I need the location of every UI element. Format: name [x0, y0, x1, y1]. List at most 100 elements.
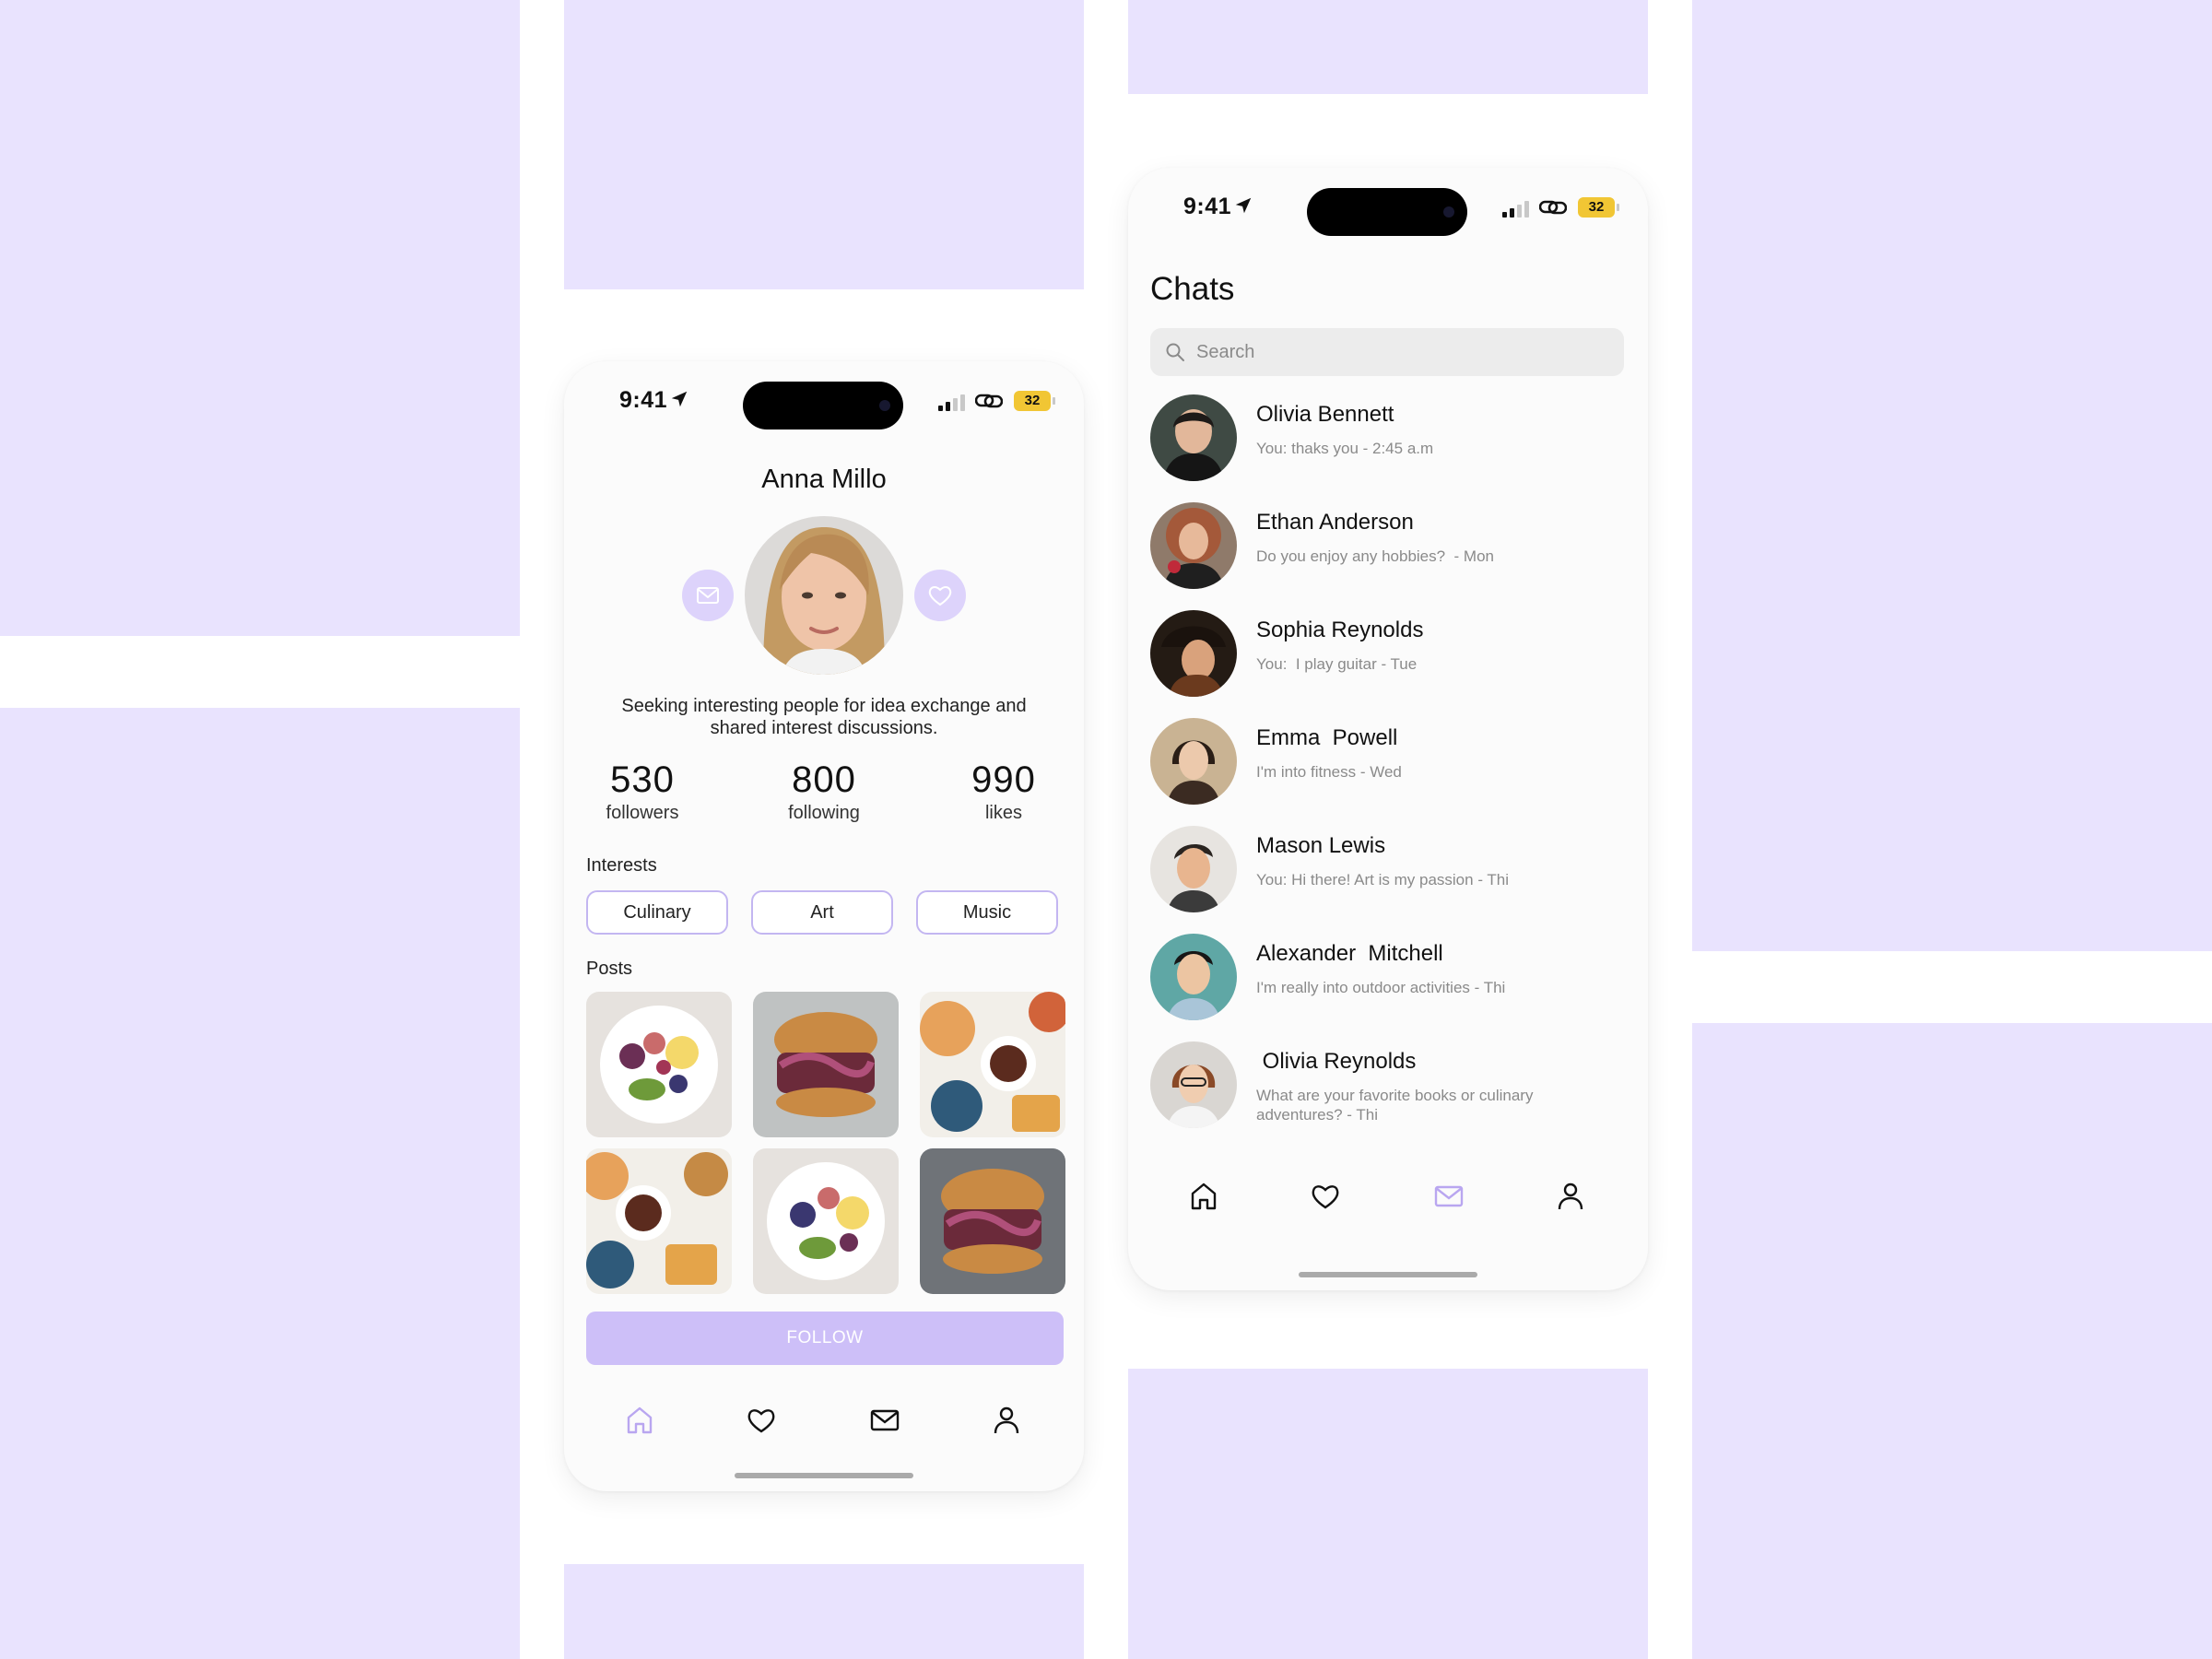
avatar	[1150, 394, 1237, 481]
chat-list-item[interactable]: Ethan Anderson Do you enjoy any hobbies?…	[1150, 502, 1630, 591]
heart-icon	[928, 586, 952, 606]
avatar	[1150, 934, 1237, 1020]
search-bar[interactable]	[1150, 328, 1624, 376]
search-input[interactable]	[1196, 328, 1602, 376]
chat-contact-name: Alexander Mitchell	[1256, 941, 1443, 966]
background-panel	[1128, 1369, 1648, 1659]
stat-followers[interactable]: 530 followers	[564, 759, 721, 824]
tab-profile[interactable]	[1543, 1169, 1598, 1224]
tab-home[interactable]	[612, 1393, 667, 1448]
background-panel	[1128, 0, 1648, 94]
location-arrow-icon	[671, 391, 688, 407]
background-panel	[0, 708, 520, 1659]
interest-chip-music[interactable]: Music	[916, 890, 1058, 935]
tab-bar	[564, 1393, 1084, 1448]
chats-screen: 9:41 32 Chats Olivia Bennett You: thaks …	[1128, 168, 1648, 1290]
tab-favorites[interactable]	[734, 1393, 789, 1448]
tab-bar	[1128, 1169, 1648, 1224]
tab-profile[interactable]	[979, 1393, 1034, 1448]
stat-value: 990	[971, 759, 1036, 800]
background-panel	[1692, 0, 2212, 951]
status-bar: 9:41 32	[1128, 168, 1648, 251]
post-thumbnail[interactable]	[586, 992, 732, 1137]
cellular-signal-icon	[938, 394, 965, 411]
avatar	[1150, 826, 1237, 912]
chat-last-message: I'm really into outdoor activities - Thi	[1256, 979, 1506, 996]
message-button[interactable]	[682, 570, 734, 621]
avatar	[1150, 610, 1237, 697]
chat-last-message: You: I play guitar - Tue	[1256, 655, 1418, 673]
chat-list-item[interactable]: Olivia Reynolds What are your favorite b…	[1150, 1041, 1630, 1130]
status-time: 9:41	[619, 387, 668, 413]
tab-messages[interactable]	[1421, 1169, 1477, 1224]
post-thumbnail[interactable]	[753, 992, 899, 1137]
stat-label: followers	[606, 803, 679, 823]
background-panel	[564, 0, 1084, 289]
link-icon	[975, 394, 1003, 408]
chat-last-message: I'm into fitness - Wed	[1256, 763, 1402, 781]
status-bar: 9:41 32	[564, 361, 1084, 444]
posts-heading: Posts	[586, 959, 633, 979]
chat-contact-name: Emma Powell	[1256, 725, 1398, 750]
profile-screen: 9:41 32 Anna Millo Seeking interesting p…	[564, 361, 1084, 1491]
user-icon	[994, 1406, 1019, 1434]
avatar	[1150, 502, 1237, 589]
chat-list-item[interactable]: Olivia Bennett You: thaks you - 2:45 a.m	[1150, 394, 1630, 483]
profile-avatar	[745, 516, 903, 675]
interest-chip-culinary[interactable]: Culinary	[586, 890, 728, 935]
chat-last-message: You: thaks you - 2:45 a.m	[1256, 440, 1434, 457]
cellular-signal-icon	[1502, 201, 1529, 218]
chat-contact-name: Mason Lewis	[1256, 833, 1386, 858]
home-indicator[interactable]	[735, 1473, 913, 1478]
page-title: Chats	[1150, 271, 1235, 307]
interest-chip-art[interactable]: Art	[751, 890, 893, 935]
dynamic-island	[1307, 188, 1467, 236]
background-panel	[1692, 1023, 2212, 1659]
chat-last-message: You: Hi there! Art is my passion - Thi	[1256, 871, 1510, 888]
chat-contact-name: Sophia Reynolds	[1256, 618, 1424, 642]
chat-list-item[interactable]: Emma Powell I'm into fitness - Wed	[1150, 718, 1630, 806]
stat-label: likes	[984, 803, 1022, 823]
post-thumbnail[interactable]	[920, 992, 1065, 1137]
post-thumbnail[interactable]	[586, 1148, 732, 1294]
mail-icon	[870, 1409, 900, 1431]
user-icon	[1558, 1182, 1583, 1210]
chat-list-item[interactable]: Alexander Mitchell I'm really into outdo…	[1150, 934, 1630, 1022]
profile-name: Anna Millo	[761, 465, 887, 494]
avatar	[1150, 718, 1237, 805]
stat-value: 800	[792, 759, 856, 800]
chat-contact-name: Olivia Bennett	[1256, 402, 1394, 427]
chat-contact-name: Olivia Reynolds	[1256, 1049, 1417, 1074]
background-panel	[564, 1564, 1084, 1659]
chat-list-item[interactable]: Mason Lewis You: Hi there! Art is my pas…	[1150, 826, 1630, 914]
battery-indicator: 32	[1014, 391, 1055, 411]
stat-likes[interactable]: 990 likes	[925, 759, 1082, 824]
like-button[interactable]	[914, 570, 966, 621]
heart-icon	[747, 1409, 775, 1433]
tab-messages[interactable]	[857, 1393, 912, 1448]
stat-value: 530	[610, 759, 675, 800]
dynamic-island	[743, 382, 903, 429]
post-thumbnail[interactable]	[753, 1148, 899, 1294]
heart-icon	[1312, 1185, 1339, 1209]
profile-bio: Seeking interesting people for idea exch…	[621, 696, 1027, 738]
post-thumbnail[interactable]	[920, 1148, 1065, 1294]
home-icon	[1191, 1182, 1217, 1210]
tab-favorites[interactable]	[1298, 1169, 1353, 1224]
chat-list-item[interactable]: Sophia Reynolds You: I play guitar - Tue	[1150, 610, 1630, 699]
avatar	[1150, 1041, 1237, 1128]
background-panel	[0, 0, 520, 636]
chat-contact-name: Ethan Anderson	[1256, 510, 1414, 535]
location-arrow-icon	[1235, 197, 1252, 214]
follow-button[interactable]: FOLLOW	[586, 1312, 1064, 1365]
chat-last-message: What are your favorite books or culinary…	[1256, 1087, 1534, 1124]
chat-last-message: Do you enjoy any hobbies? - Mon	[1256, 547, 1494, 565]
status-time: 9:41	[1183, 194, 1232, 219]
stat-label: following	[788, 803, 860, 823]
mail-icon	[1434, 1185, 1464, 1207]
interests-heading: Interests	[586, 855, 657, 876]
stat-following[interactable]: 800 following	[746, 759, 902, 824]
link-icon	[1539, 200, 1567, 215]
tab-home[interactable]	[1176, 1169, 1231, 1224]
home-indicator[interactable]	[1299, 1272, 1477, 1277]
